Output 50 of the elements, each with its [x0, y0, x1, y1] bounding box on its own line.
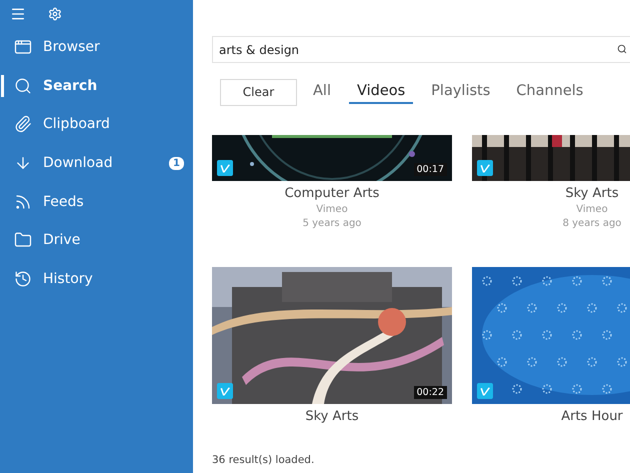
sidebar-label: Download: [43, 155, 114, 172]
sidebar-item[interactable]: Drive: [0, 220, 193, 260]
sidebar-item[interactable]: Browser: [0, 28, 193, 67]
clear-button[interactable]: Clear: [220, 78, 297, 106]
filter-tab[interactable]: Playlists: [423, 80, 498, 104]
video-source: Vimeo: [316, 204, 348, 215]
paperclip-icon: [14, 115, 32, 134]
video-age: 5 years ago: [302, 218, 362, 229]
filter-tab[interactable]: Videos: [348, 80, 414, 104]
sidebar-item[interactable]: Clipboard: [0, 105, 193, 144]
sidebar-label: Clipboard: [43, 116, 111, 132]
sidebar-label: Search: [43, 78, 98, 94]
sidebar-label: Feeds: [43, 194, 85, 210]
video-card[interactable]: Arts Hour: [472, 267, 630, 448]
sidebar-item[interactable]: History: [0, 260, 193, 298]
video-card[interactable]: 00:22 Sky Arts: [212, 267, 452, 448]
video-age: 8 years ago: [562, 218, 622, 229]
video-title: Computer Arts: [284, 186, 380, 201]
selection-indicator: [1, 74, 4, 97]
sidebar-item[interactable]: Download 1: [0, 144, 193, 182]
filter-tab[interactable]: Channels: [508, 80, 592, 104]
sidebar-label: History: [43, 270, 94, 287]
history-icon: [14, 270, 32, 288]
menu-icon[interactable]: [10, 6, 26, 22]
video-title: Sky Arts: [565, 186, 619, 201]
rss-feed-icon: [14, 192, 32, 211]
v-logo-icon: [217, 383, 233, 399]
search-field[interactable]: arts & design: [212, 36, 630, 63]
v-logo-icon: [217, 160, 233, 176]
sidebar-label: Drive: [43, 232, 82, 248]
duration-label: 00:17: [414, 163, 447, 176]
video-card[interactable]: Sky Arts Vimeo 8 years ago: [472, 135, 630, 267]
status-text: 36 result(s) loaded.: [212, 453, 316, 468]
video-source: Vimeo: [576, 204, 608, 215]
video-card[interactable]: 00:17 Computer Arts Vimeo 5 years ago: [212, 135, 452, 267]
folder-icon: [14, 231, 32, 250]
settings-icon[interactable]: [48, 7, 62, 21]
search-icon: [14, 76, 32, 95]
v-logo-icon: [477, 160, 493, 176]
browser-window-icon: [14, 38, 32, 56]
video-title: Sky Arts: [305, 409, 359, 424]
filter-tab[interactable]: All: [305, 80, 339, 104]
search-icon[interactable]: [617, 44, 627, 54]
sidebar-item[interactable]: Search: [0, 66, 193, 106]
sidebar-item[interactable]: Feeds: [0, 182, 193, 221]
count-badge: 1: [169, 156, 184, 170]
duration-label: 00:22: [414, 386, 447, 399]
v-logo-icon: [477, 383, 493, 399]
sidebar-label: Browser: [43, 39, 101, 56]
video-title: Arts Hour: [561, 409, 623, 424]
